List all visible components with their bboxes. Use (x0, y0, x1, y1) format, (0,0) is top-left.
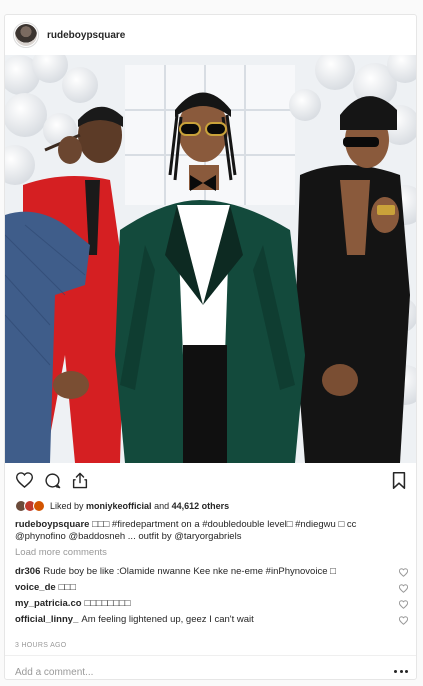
divider (5, 655, 416, 656)
share-upload-icon[interactable] (71, 471, 89, 489)
likes-prefix: Liked by (50, 501, 87, 511)
comment-text: □□□ (58, 582, 76, 593)
likes-count[interactable]: 44,612 others (172, 501, 230, 511)
likes-and: and (151, 501, 172, 511)
comment-bubble-icon[interactable] (43, 471, 61, 489)
post-caption: rudeboypsquare □□□ #firedepartment on a … (15, 519, 395, 543)
add-comment-input[interactable] (15, 663, 375, 681)
post-photo[interactable] (5, 55, 416, 463)
comment-item: dr306 Rude boy be like :Olamide nwanne Ke… (15, 564, 408, 580)
post-username[interactable]: rudeboypsquare (47, 30, 125, 41)
avatar (33, 500, 45, 512)
caption-username[interactable]: rudeboypsquare (15, 519, 89, 530)
comment-username[interactable]: dr306 (15, 566, 40, 577)
avatar-image (15, 24, 37, 46)
comment-like-icon[interactable] (399, 568, 408, 577)
comment-username[interactable]: official_linny_ (15, 614, 78, 625)
comment-username[interactable]: my_patricia.co (15, 598, 82, 609)
comment-like-icon[interactable] (399, 600, 408, 609)
heart-icon[interactable] (15, 471, 33, 489)
comment-username[interactable]: voice_de (15, 582, 56, 593)
likes-summary[interactable]: Liked by moniykeofficial and 44,612 othe… (15, 498, 229, 514)
post-actions-bar (15, 471, 408, 493)
instagram-post-card: rudeboypsquare Liked by moniykeofficial … (4, 14, 417, 681)
comment-text: Am feeling lightened up, geez I can't wa… (81, 614, 254, 625)
comment-item: my_patricia.co □□□□□□□□ (15, 596, 408, 612)
liker-avatars (15, 500, 45, 512)
more-options-icon[interactable] (394, 667, 408, 675)
photo-illustration (5, 55, 416, 463)
likes-text: Liked by moniykeofficial and 44,612 othe… (50, 501, 229, 511)
bookmark-icon[interactable] (390, 471, 408, 489)
comment-item: voice_de □□□ (15, 580, 408, 596)
load-more-comments-link[interactable]: Load more comments (15, 547, 107, 558)
comment-like-icon[interactable] (399, 584, 408, 593)
comment-item: official_linny_ Am feeling lightened up, … (15, 612, 408, 628)
avatar[interactable] (13, 22, 39, 48)
comment-text: Rude boy be like :Olamide nwanne Kee nke… (43, 566, 336, 577)
post-timestamp[interactable]: 3 HOURS AGO (15, 642, 67, 649)
comment-like-icon[interactable] (399, 616, 408, 625)
post-header: rudeboypsquare (5, 15, 416, 55)
comments-list: dr306 Rude boy be like :Olamide nwanne Ke… (15, 564, 408, 628)
comment-text: □□□□□□□□ (84, 598, 131, 609)
liker-username[interactable]: moniykeofficial (86, 501, 152, 511)
